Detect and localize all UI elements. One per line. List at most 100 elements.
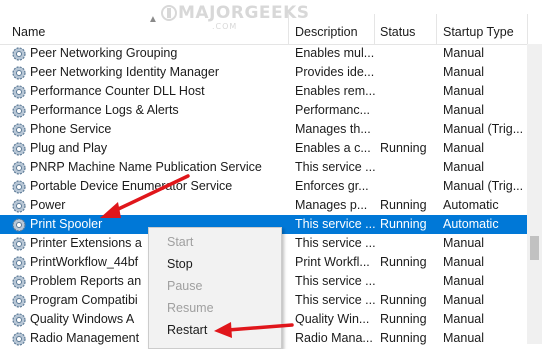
menu-item-resume[interactable]: Resume (167, 298, 214, 318)
gear-icon (12, 218, 26, 232)
watermark-sub: .COM (212, 22, 238, 31)
table-row[interactable]: Power Manages p... Running Automatic (0, 196, 527, 215)
header-description[interactable]: Description (295, 23, 358, 41)
service-startup-type: Automatic (443, 198, 499, 212)
service-description: Provides ide... (295, 65, 375, 79)
menu-item-stop[interactable]: Stop (167, 254, 193, 274)
service-description: This service ... (295, 217, 375, 231)
context-menu: Start Stop Pause Resume Restart (148, 227, 282, 349)
table-row[interactable]: Peer Networking Identity Manager Provide… (0, 63, 527, 82)
table-row[interactable]: Plug and Play Enables a c... Running Man… (0, 139, 527, 158)
service-description: Enables mul... (295, 46, 375, 60)
service-startup-type: Manual (443, 312, 484, 326)
service-status (380, 120, 438, 139)
service-description: This service ... (295, 293, 375, 307)
gear-icon (12, 104, 26, 118)
service-startup-type: Automatic (443, 217, 499, 231)
header-startup-type[interactable]: Startup Type (443, 23, 514, 41)
menu-item-restart[interactable]: Restart (167, 320, 207, 340)
service-description: Quality Win... (295, 312, 370, 326)
service-status: Running (380, 141, 427, 155)
service-startup-type: Manual (443, 236, 484, 250)
service-status (380, 272, 438, 291)
gear-icon (12, 66, 26, 80)
header-divider[interactable] (527, 14, 528, 44)
gear-icon (12, 237, 26, 251)
service-startup-type: Manual (443, 293, 484, 307)
service-startup-type: Manual (443, 274, 484, 288)
service-description: Print Workfl... (295, 255, 370, 269)
gear-icon (12, 123, 26, 137)
service-description: Enforces gr... (295, 179, 369, 193)
service-status: Running (380, 312, 427, 326)
service-description: Radio Mana... (295, 331, 373, 345)
gear-icon (12, 180, 26, 194)
service-status (380, 177, 438, 196)
gear-icon (12, 85, 26, 99)
service-startup-type: Manual (Trig... (443, 122, 524, 136)
watermark: MAJORGEEKS (178, 3, 310, 23)
header-name[interactable]: Name (12, 23, 45, 41)
header-status[interactable]: Status (380, 23, 415, 41)
gear-icon (12, 161, 26, 175)
service-description: This service ... (295, 236, 375, 250)
service-name: Peer Networking Grouping (30, 46, 178, 60)
service-name: Phone Service (30, 122, 112, 136)
service-startup-type: Manual (443, 255, 484, 269)
header-divider[interactable] (374, 14, 375, 44)
majorgeeks-logo-icon (161, 5, 177, 21)
menu-item-pause[interactable]: Pause (167, 276, 202, 296)
service-name: Portable Device Enumerator Service (30, 179, 233, 193)
service-startup-type: Manual (443, 84, 484, 98)
service-description: Performanc... (295, 103, 371, 117)
header-divider[interactable] (436, 14, 437, 44)
vertical-scrollbar[interactable] (527, 44, 542, 344)
service-startup-type: Manual (443, 331, 484, 345)
service-name: Power (30, 198, 66, 212)
service-startup-type: Manual (443, 46, 484, 60)
table-row[interactable]: Performance Logs & Alerts Performanc... … (0, 101, 527, 120)
service-status (380, 158, 438, 177)
service-description: This service ... (295, 274, 375, 288)
service-startup-type: Manual (443, 141, 484, 155)
service-name: Peer Networking Identity Manager (30, 65, 219, 79)
table-row[interactable]: Peer Networking Grouping Enables mul... … (0, 44, 527, 63)
service-status: Running (380, 255, 427, 269)
service-status: Running (380, 217, 427, 231)
menu-item-start[interactable]: Start (167, 232, 193, 252)
table-row[interactable]: PNRP Machine Name Publication Service Th… (0, 158, 527, 177)
service-startup-type: Manual (Trig... (443, 179, 524, 193)
header-divider[interactable] (288, 14, 289, 44)
service-name: PNRP Machine Name Publication Service (30, 160, 262, 174)
service-status (380, 63, 438, 82)
gear-icon (12, 256, 26, 270)
service-name: Plug and Play (30, 141, 108, 155)
service-description: Manages th... (295, 122, 371, 136)
service-description: Enables rem... (295, 84, 375, 98)
gear-icon (12, 313, 26, 327)
table-row[interactable]: Portable Device Enumerator Service Enfor… (0, 177, 527, 196)
service-description: This service ... (295, 160, 375, 174)
gear-icon (12, 199, 26, 213)
service-startup-type: Manual (443, 103, 484, 117)
service-status: Running (380, 331, 427, 345)
service-startup-type: Manual (443, 160, 484, 174)
service-status (380, 234, 438, 253)
gear-icon (12, 47, 26, 61)
column-header: MAJORGEEKS .COM ▲ Name Description Statu… (0, 0, 542, 45)
service-description: Enables a c... (295, 141, 371, 155)
gear-icon (12, 142, 26, 156)
service-startup-type: Manual (443, 65, 484, 79)
service-status: Running (380, 198, 427, 212)
sort-arrow-icon: ▲ (148, 14, 158, 25)
service-status (380, 101, 438, 120)
service-name: Performance Logs & Alerts (30, 103, 179, 117)
service-description: Manages p... (295, 198, 368, 212)
service-status: Running (380, 293, 427, 307)
service-name: Performance Counter DLL Host (30, 84, 205, 98)
table-row[interactable]: Phone Service Manages th... Manual (Trig… (0, 120, 527, 139)
gear-icon (12, 294, 26, 308)
scrollbar-thumb[interactable] (530, 236, 539, 260)
table-row[interactable]: Performance Counter DLL Host Enables rem… (0, 82, 527, 101)
gear-icon (12, 275, 26, 289)
